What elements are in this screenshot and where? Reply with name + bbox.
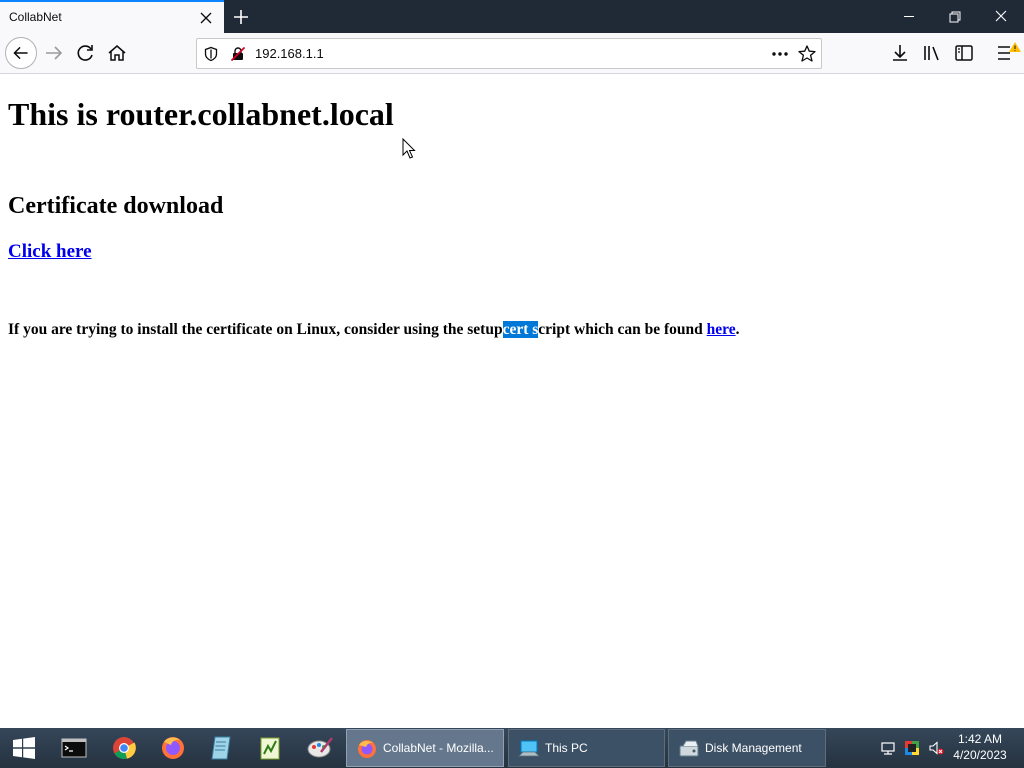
windows-taskbar: CollabNet - Mozilla... This PC Disk Mana… [0,728,1024,768]
bookmark-star-icon[interactable] [797,44,817,64]
this-pc-icon [518,740,540,757]
tracking-shield-icon[interactable] [203,46,219,62]
clock-date: 4/20/2023 [953,748,1007,762]
notes-app-icon[interactable] [205,732,237,764]
network-icon[interactable] [880,740,896,756]
taskbar-item-firefox[interactable]: CollabNet - Mozilla... [346,729,504,767]
url-bar[interactable]: 192.168.1.1 [196,38,822,69]
section-heading: Certificate download [8,193,224,219]
page-actions-icon[interactable] [769,44,791,64]
downloads-icon[interactable] [885,38,915,68]
browser-titlebar: CollabNet [0,0,1024,33]
clock-time: 1:42 AM [957,732,1003,746]
firefox-icon[interactable] [157,732,189,764]
forward-icon[interactable] [39,38,69,68]
tab-title: CollabNet [9,10,62,24]
linux-info-text: If you are trying to install the certifi… [8,321,740,339]
home-icon[interactable] [102,38,132,68]
taskbar-item-label: This PC [545,741,588,755]
chrome-icon[interactable] [108,732,140,764]
minimize-icon[interactable] [886,0,932,33]
info-middle: cript which can be found [538,321,707,338]
paint-icon[interactable] [304,732,336,764]
info-suffix: . [735,321,740,338]
volume-muted-icon[interactable] [928,740,944,756]
window-close-icon[interactable] [978,0,1024,33]
back-icon[interactable] [5,37,37,69]
reload-icon[interactable] [70,38,100,68]
info-prefix: If you are trying to install the certifi… [8,321,503,338]
selected-text: cert s [502,321,539,338]
taskbar-item-this-pc[interactable]: This PC [508,729,665,767]
command-prompt-icon[interactable] [58,732,90,764]
navigation-toolbar: 192.168.1.1 [0,33,1024,74]
taskbar-item-label: CollabNet - Mozilla... [383,741,494,755]
insecure-lock-icon[interactable] [230,46,246,62]
page-content: This is router.collabnet.local Certifica… [0,74,1024,728]
hamburger-menu-icon[interactable] [990,38,1024,68]
taskbar-item-label: Disk Management [705,741,802,755]
script-link[interactable]: here [707,321,736,338]
disk-management-icon [679,740,699,757]
firefox-icon [358,740,376,758]
sidebar-icon[interactable] [949,38,979,68]
tab-collabnet[interactable]: CollabNet [0,0,224,33]
mouse-cursor-icon [402,138,416,159]
restore-icon[interactable] [932,0,978,33]
new-tab-icon[interactable] [229,5,253,29]
windows-start-icon[interactable] [8,732,40,764]
system-clock[interactable]: 1:42 AM 4/20/2023 [948,731,1012,763]
taskbar-item-disk-management[interactable]: Disk Management [668,729,826,767]
library-icon[interactable] [917,38,947,68]
url-text[interactable]: 192.168.1.1 [255,46,324,61]
color-settings-icon[interactable] [904,740,920,756]
page-title: This is router.collabnet.local [8,96,394,132]
certificate-download-link[interactable]: Click here [8,241,92,263]
notepad-plus-plus-icon[interactable] [254,732,286,764]
close-tab-icon[interactable] [196,8,216,28]
